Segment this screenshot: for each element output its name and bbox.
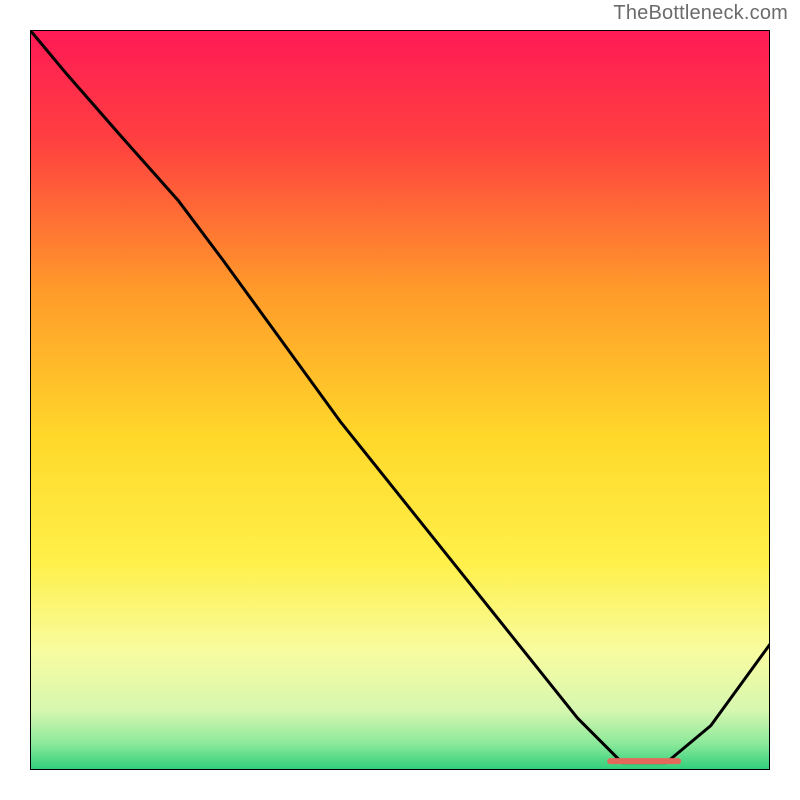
plot-frame — [30, 30, 770, 770]
optimal-zone-marker — [607, 758, 681, 764]
bottleneck-curve-line — [30, 30, 770, 763]
chart-overlay-svg — [30, 30, 770, 770]
chart-plot-area — [30, 30, 770, 770]
watermark-text: TheBottleneck.com — [613, 2, 788, 25]
